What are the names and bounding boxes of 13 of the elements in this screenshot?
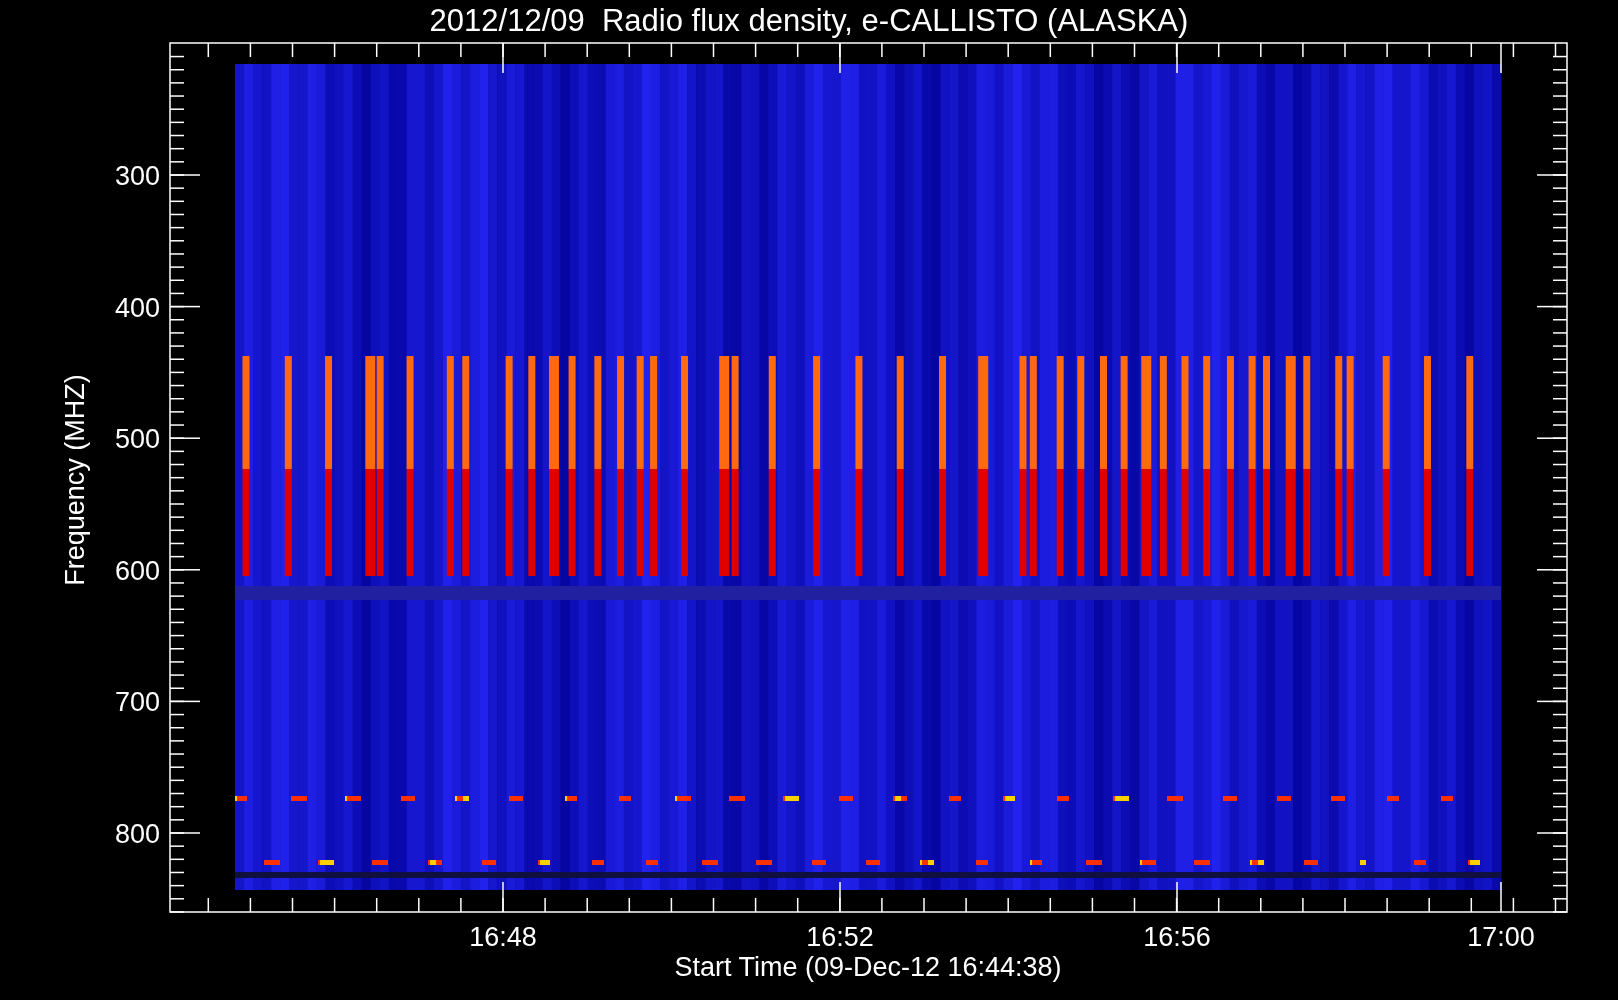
y-tick-label: 700 [114,687,160,718]
y-tick-label: 500 [114,424,160,455]
chart-title: 2012/12/09 Radio flux density, e-CALLISTO (ALASKA) [429,2,1189,40]
x-tick-label: 16:56 [1143,922,1211,952]
y-tick-label: 600 [114,555,160,586]
x-tick-label: 16:52 [806,922,874,952]
x-tick-label: 16:48 [469,922,537,952]
y-tick-label: 800 [114,819,160,849]
y-tick-label: 300 [114,161,160,191]
x-tick-label: 17:00 [1467,922,1535,952]
x-axis-label: Start Time (09-Dec-12 16:44:38) [674,952,1062,982]
y-tick-label: 400 [114,292,160,323]
y-axis-label: Frequency (MHZ) [60,374,90,586]
